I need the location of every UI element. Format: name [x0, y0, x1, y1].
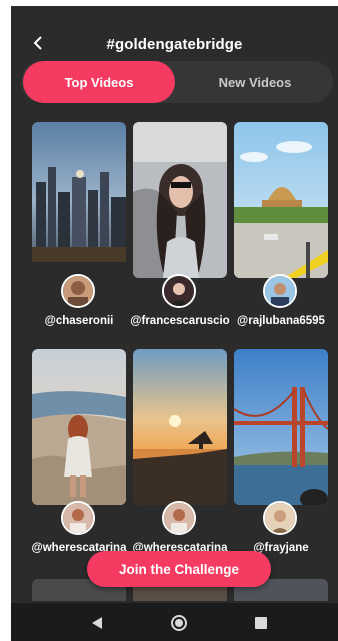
user-avatar-icon	[265, 503, 295, 533]
nav-recents-button[interactable]	[249, 611, 273, 635]
user-avatar-icon	[164, 503, 194, 533]
back-triangle-icon	[92, 617, 102, 629]
video-thumbnail[interactable]	[32, 349, 126, 505]
recents-square-icon	[255, 617, 267, 629]
avatar[interactable]	[61, 501, 95, 535]
join-challenge-button[interactable]: Join the Challenge	[87, 551, 271, 587]
video-thumbnail[interactable]	[234, 349, 328, 505]
tab-bar: Top Videos New Videos	[21, 61, 333, 103]
nav-home-button[interactable]	[167, 611, 191, 635]
user-avatar-icon	[63, 276, 93, 306]
home-circle-icon	[171, 615, 187, 631]
park-dome-thumbnail	[234, 122, 328, 278]
beach-woman-thumbnail	[32, 349, 126, 505]
app-screen: #goldengatebridge Top Videos New Videos	[11, 6, 338, 641]
golden-gate-bridge-thumbnail	[234, 349, 328, 505]
city-skyline-thumbnail	[32, 122, 126, 278]
nav-back-button[interactable]	[85, 611, 109, 635]
sunset-coast-thumbnail	[133, 349, 227, 505]
avatar[interactable]	[263, 274, 297, 308]
system-navbar	[11, 603, 338, 641]
username-label[interactable]: @francescaruscio	[125, 315, 235, 327]
user-avatar-icon	[265, 276, 295, 306]
woman-car-thumbnail	[133, 122, 227, 278]
header: #goldengatebridge	[11, 28, 338, 58]
video-thumbnail[interactable]	[32, 122, 126, 278]
username-label[interactable]: @rajlubana6595	[226, 315, 336, 327]
page-title: #goldengatebridge	[106, 36, 243, 53]
video-thumbnail[interactable]	[234, 122, 328, 278]
user-avatar-icon	[63, 503, 93, 533]
avatar[interactable]	[162, 274, 196, 308]
user-avatar-icon	[164, 276, 194, 306]
tab-top-videos[interactable]: Top Videos	[23, 61, 175, 103]
avatar[interactable]	[61, 274, 95, 308]
username-label[interactable]: @chaseronii	[24, 315, 134, 327]
avatar[interactable]	[162, 501, 196, 535]
avatar[interactable]	[263, 501, 297, 535]
video-thumbnail[interactable]	[133, 122, 227, 278]
video-thumbnail[interactable]	[133, 349, 227, 505]
tab-new-videos[interactable]: New Videos	[181, 61, 329, 103]
